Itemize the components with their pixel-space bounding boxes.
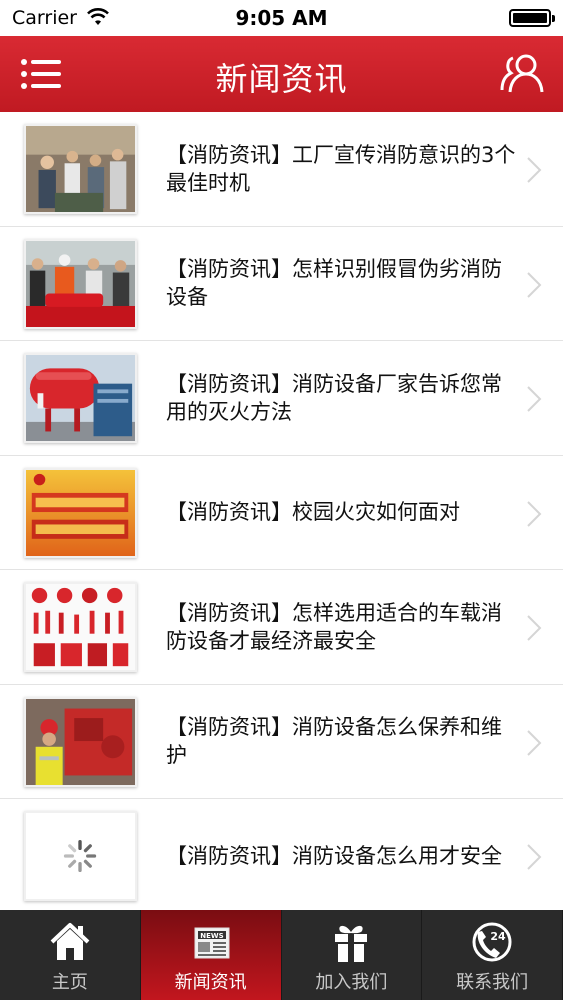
tab-label: 加入我们	[315, 972, 388, 993]
news-item[interactable]: 【消防资讯】工厂宣传消防意识的3个最佳时机	[0, 112, 563, 227]
tab-join[interactable]: 加入我们	[282, 910, 423, 1000]
news-title: 【消防资讯】怎样选用适合的车载消防设备才最经济最安全	[166, 600, 502, 653]
user-icon[interactable]	[499, 52, 545, 94]
gift-icon	[335, 925, 368, 962]
tab-contact[interactable]: 24 联系我们	[422, 910, 563, 1000]
news-item[interactable]: 【消防资讯】消防设备怎么用才安全	[0, 799, 563, 910]
battery-icon	[509, 9, 555, 27]
svg-text:24: 24	[490, 930, 506, 943]
nav-bar: 新闻资讯	[0, 36, 563, 112]
news-thumbnail	[24, 811, 137, 901]
newspaper-icon: NEWS	[194, 927, 230, 959]
chevron-right-icon	[527, 157, 542, 183]
chevron-right-icon	[527, 386, 542, 412]
tab-home[interactable]: 主页	[0, 910, 141, 1000]
tab-label: 主页	[51, 972, 88, 993]
news-title: 【消防资讯】校园火灾如何面对	[166, 500, 460, 525]
news-item[interactable]: 【消防资讯】怎样识别假冒伪劣消防设备	[0, 226, 563, 341]
tab-label: 联系我们	[456, 972, 529, 993]
news-item[interactable]: 【消防资讯】校园火灾如何面对	[0, 455, 563, 570]
phone-24-icon: 24	[472, 922, 512, 962]
news-title: 【消防资讯】消防设备怎么保养和维护	[166, 715, 502, 768]
news-thumbnail	[24, 467, 137, 558]
news-item[interactable]: 【消防资讯】怎样选用适合的车载消防设备才最经济最安全	[0, 570, 563, 685]
chevron-right-icon	[527, 844, 542, 870]
tab-bar: 主页 NEWS 新闻资讯 加入我们 24 联系我们	[0, 910, 563, 1000]
status-bar: Carrier 9:05 AM	[0, 0, 563, 36]
chevron-right-icon	[527, 729, 542, 756]
chevron-right-icon	[527, 500, 542, 527]
tab-news[interactable]: NEWS 新闻资讯	[140, 910, 282, 1000]
news-title: 【消防资讯】工厂宣传消防意识的3个最佳时机	[166, 142, 516, 195]
status-time: 9:05 AM	[235, 6, 328, 30]
news-item[interactable]: 【消防资讯】消防设备怎么保养和维护	[0, 684, 563, 799]
chevron-right-icon	[527, 615, 542, 641]
home-icon	[50, 923, 90, 960]
news-item[interactable]: 【消防资讯】消防设备厂家告诉您常用的灭火方法	[0, 341, 563, 456]
news-thumbnail	[24, 582, 137, 672]
chevron-right-icon	[527, 271, 542, 298]
news-title: 【消防资讯】怎样识别假冒伪劣消防设备	[166, 257, 502, 310]
news-thumbnail	[24, 353, 137, 443]
news-title: 【消防资讯】消防设备怎么用才安全	[166, 843, 502, 868]
svg-text:NEWS: NEWS	[200, 932, 223, 940]
news-thumbnail	[24, 696, 137, 787]
news-thumbnail	[24, 124, 137, 214]
news-list: 【消防资讯】工厂宣传消防意识的3个最佳时机 【消防资讯】怎样识别假冒伪劣消防设备	[0, 112, 563, 910]
news-title: 【消防资讯】消防设备厂家告诉您常用的灭火方法	[166, 371, 502, 424]
news-thumbnail	[24, 238, 137, 329]
tab-label: 新闻资讯	[174, 972, 247, 993]
loading-spinner-icon	[26, 813, 135, 899]
page-title: 新闻资讯	[215, 60, 348, 98]
